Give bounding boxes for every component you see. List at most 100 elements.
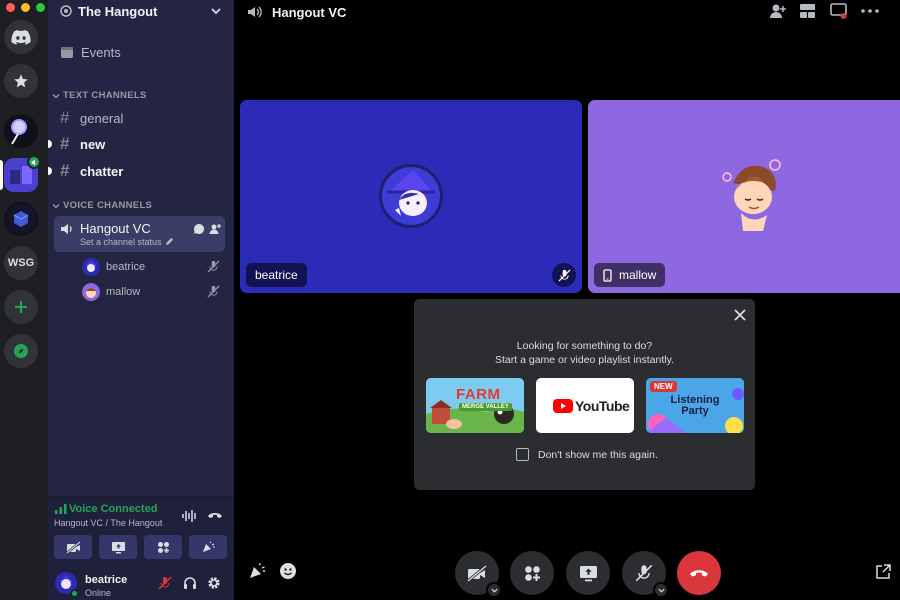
gear-icon[interactable] [207,576,221,590]
voice-channel-hangout-vc[interactable]: Hangout VC Set a channel status [54,216,225,252]
more-options-icon[interactable] [861,9,879,13]
server-icon-3[interactable] [4,202,38,236]
screen-share-button[interactable] [566,551,610,595]
voice-connection-panel: Voice Connected Hangout VC / The Hangout [48,496,234,564]
activity-card-farm-merge-valley[interactable]: FARM MERGE VALLEY [426,378,524,433]
explore-servers-button[interactable] [4,334,38,368]
server-name: The Hangout [78,3,158,19]
online-status-dot [70,589,79,598]
activities-button[interactable] [510,551,554,595]
share-screen-button[interactable] [99,535,137,559]
video-tile-beatrice[interactable]: beatrice [240,100,582,293]
voice-member-beatrice[interactable]: beatrice [82,258,145,276]
discord-logo-icon [11,29,31,45]
text-channels-category[interactable]: TEXT CHANNELS [52,90,147,101]
youtube-logo: YouTube [553,398,630,414]
call-title: Hangout VC [272,4,347,20]
emoji-icon[interactable] [279,562,297,580]
channel-new-label: new [80,136,106,152]
participant-name-tag: mallow [594,263,666,287]
voice-location[interactable]: Hangout VC / The Hangout [54,518,162,528]
speaker-badge-icon [27,155,41,169]
channel-chatter[interactable]: # chatter [48,161,228,181]
new-badge: NEW [650,381,677,392]
leave-call-button[interactable] [677,551,721,595]
cube-icon [6,204,36,234]
user-panel: beatrice Online [48,564,234,600]
muted-mic-icon [207,260,220,273]
muted-mic-icon [635,564,653,582]
channel-chatter-label: chatter [80,163,124,179]
muted-mic-icon [557,268,571,282]
hang-up-icon [690,570,708,577]
camera-options-button[interactable] [486,582,502,598]
screen-share-icon [579,565,597,581]
server-header[interactable]: The Hangout [48,0,234,22]
server-wsg[interactable]: WSG [4,246,38,280]
add-friends-icon[interactable] [769,3,787,19]
maximize-window-button[interactable] [36,3,45,12]
server-icon-1[interactable] [4,114,38,148]
speaker-icon [61,224,72,234]
nitro-button[interactable] [4,64,38,98]
discord-home-button[interactable] [4,20,38,54]
add-server-button[interactable] [4,290,38,324]
activity-card-title: YouTube [575,398,630,414]
member-name: mallow [106,286,141,298]
dont-show-again-option[interactable]: Don't show me this again. [516,448,658,461]
camera-toggle-button[interactable] [455,551,502,598]
hash-icon: # [60,108,70,127]
close-window-button[interactable] [6,3,15,12]
soundboard-icon [203,541,215,552]
avatar [82,258,100,276]
minimize-window-button[interactable] [21,3,30,12]
disconnect-icon[interactable] [207,509,223,521]
avatar [82,283,100,301]
activities-icon [157,541,169,553]
chevron-down-icon [52,203,60,208]
channel-status-placeholder[interactable]: Set a channel status [80,237,162,247]
server-wsg-label: WSG [7,257,35,269]
member-name: beatrice [106,261,146,273]
activity-card-title: FARM [456,386,501,403]
invite-user-icon[interactable] [209,223,221,235]
mic-options-button[interactable] [653,582,669,598]
channel-general[interactable]: # general [54,108,228,128]
hash-icon: # [60,161,70,180]
headphones-icon[interactable] [183,576,197,590]
mic-toggle-button[interactable] [622,551,669,598]
camera-off-icon [65,540,81,554]
voice-status[interactable]: Voice Connected [69,503,157,515]
events-link[interactable]: Events [54,43,228,61]
noise-suppression-icon[interactable] [182,509,198,523]
user-name[interactable]: beatrice [85,574,127,586]
window-controls [6,3,45,12]
channel-new[interactable]: # new [48,134,228,154]
close-icon[interactable] [734,309,746,321]
video-tile-mallow[interactable]: mallow [588,100,900,293]
chat-bubble-icon[interactable] [193,223,205,235]
voice-member-mallow[interactable]: mallow [82,283,140,301]
channel-general-label: general [80,110,124,126]
user-status: Online [85,588,112,598]
voice-channels-label: VOICE CHANNELS [63,200,153,211]
popout-chat-icon[interactable] [830,3,847,19]
camera-off-button[interactable] [54,535,92,559]
dont-show-again-label: Don't show me this again. [538,448,658,461]
popout-icon[interactable] [875,564,891,580]
activity-card-youtube[interactable]: YouTube [536,378,634,433]
dont-show-again-checkbox[interactable] [516,448,529,461]
activity-card-listening-party[interactable]: NEW Listening Party [646,378,744,433]
participant-name: mallow [619,268,657,282]
activities-icon [524,565,540,581]
muted-mic-icon[interactable] [158,576,172,590]
server-icon-the-hangout[interactable] [4,155,41,192]
chevron-down-icon [657,588,665,593]
youtube-play-icon [553,399,573,413]
soundboard-icon[interactable] [248,562,266,580]
grid-layout-icon[interactable] [799,3,816,19]
muted-indicator [552,263,576,287]
soundboard-button[interactable] [189,535,227,559]
voice-channels-category[interactable]: VOICE CHANNELS [52,200,152,211]
activities-button[interactable] [144,535,182,559]
